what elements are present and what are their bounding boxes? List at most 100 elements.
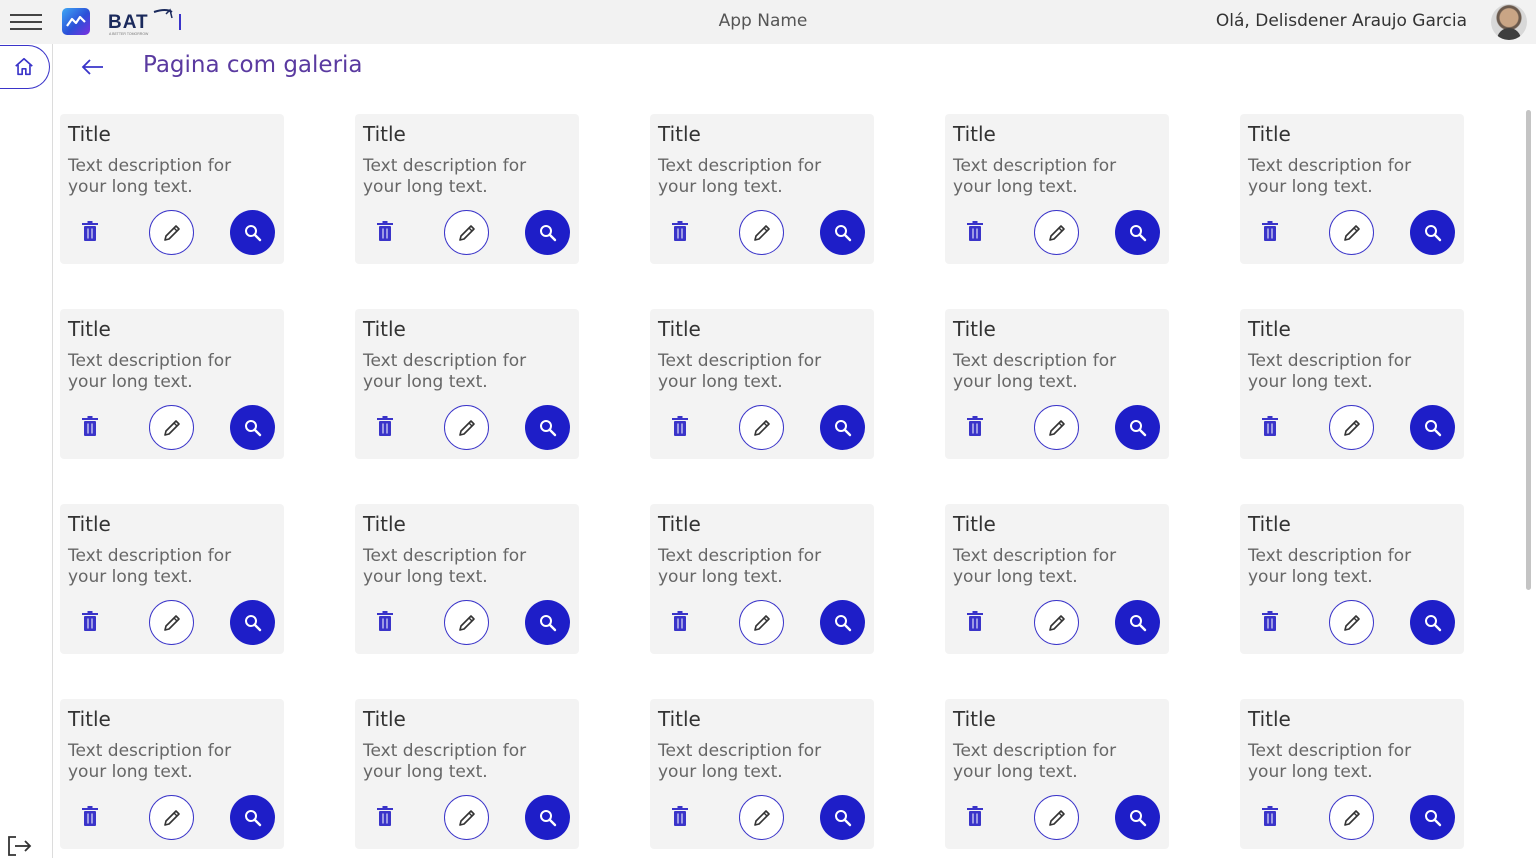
magnifier-icon	[244, 614, 261, 631]
edit-button[interactable]	[444, 600, 489, 645]
edit-button[interactable]	[444, 210, 489, 255]
magnifier-icon	[1424, 809, 1441, 826]
delete-button[interactable]	[963, 414, 987, 440]
view-button[interactable]	[820, 600, 865, 645]
delete-button[interactable]	[78, 804, 102, 830]
card-title: Title	[953, 317, 996, 341]
magnifier-icon	[834, 614, 851, 631]
delete-button[interactable]	[668, 414, 692, 440]
view-button[interactable]	[525, 795, 570, 840]
view-button[interactable]	[1410, 795, 1455, 840]
sidebar-item-home[interactable]	[0, 45, 50, 89]
delete-button[interactable]	[1258, 804, 1282, 830]
delete-button[interactable]	[668, 609, 692, 635]
edit-button[interactable]	[149, 210, 194, 255]
card-title: Title	[68, 707, 111, 731]
gallery-card: Title Text description for your long tex…	[1240, 504, 1464, 654]
card-description: Text description for your long text.	[953, 741, 1117, 782]
view-button[interactable]	[820, 405, 865, 450]
delete-button[interactable]	[963, 804, 987, 830]
back-arrow-icon[interactable]	[80, 55, 106, 79]
card-description: Text description for your long text.	[658, 741, 822, 782]
card-title: Title	[1248, 317, 1291, 341]
view-button[interactable]	[1115, 210, 1160, 255]
delete-button[interactable]	[373, 219, 397, 245]
view-button[interactable]	[1410, 405, 1455, 450]
view-button[interactable]	[230, 210, 275, 255]
view-button[interactable]	[1115, 795, 1160, 840]
delete-button[interactable]	[963, 609, 987, 635]
magnifier-icon	[1129, 809, 1146, 826]
logout-icon[interactable]	[6, 834, 32, 858]
edit-button[interactable]	[1034, 795, 1079, 840]
edit-button[interactable]	[444, 405, 489, 450]
delete-button[interactable]	[78, 609, 102, 635]
card-title: Title	[363, 512, 406, 536]
view-button[interactable]	[230, 795, 275, 840]
magnifier-icon	[834, 224, 851, 241]
card-title: Title	[68, 122, 111, 146]
vertical-scrollbar[interactable]	[1526, 110, 1531, 590]
view-button[interactable]	[1410, 210, 1455, 255]
edit-button[interactable]	[1034, 405, 1079, 450]
view-button[interactable]	[230, 600, 275, 645]
view-button[interactable]	[525, 405, 570, 450]
delete-button[interactable]	[668, 804, 692, 830]
pencil-icon	[1048, 809, 1065, 826]
view-button[interactable]	[820, 210, 865, 255]
edit-button[interactable]	[739, 600, 784, 645]
card-title: Title	[953, 512, 996, 536]
edit-button[interactable]	[739, 795, 784, 840]
magnifier-icon	[244, 419, 261, 436]
delete-button[interactable]	[373, 414, 397, 440]
magnifier-icon	[1424, 224, 1441, 241]
delete-button[interactable]	[668, 219, 692, 245]
card-description: Text description for your long text.	[1248, 156, 1412, 197]
delete-button[interactable]	[963, 219, 987, 245]
view-button[interactable]	[525, 600, 570, 645]
delete-button[interactable]	[1258, 609, 1282, 635]
edit-button[interactable]	[149, 600, 194, 645]
view-button[interactable]	[1115, 600, 1160, 645]
card-description: Text description for your long text.	[363, 156, 527, 197]
edit-button[interactable]	[444, 795, 489, 840]
view-button[interactable]	[230, 405, 275, 450]
gallery-card: Title Text description for your long tex…	[650, 114, 874, 264]
card-description: Text description for your long text.	[658, 546, 822, 587]
edit-button[interactable]	[1329, 600, 1374, 645]
edit-button[interactable]	[1329, 210, 1374, 255]
edit-button[interactable]	[739, 405, 784, 450]
user-avatar[interactable]	[1491, 4, 1527, 40]
top-bar: BAT A BETTER TOMORROW App Name Olá, Deli…	[0, 0, 1536, 44]
delete-button[interactable]	[1258, 219, 1282, 245]
delete-button[interactable]	[373, 609, 397, 635]
gallery-card: Title Text description for your long tex…	[650, 699, 874, 849]
edit-button[interactable]	[739, 210, 784, 255]
pencil-icon	[1048, 614, 1065, 631]
edit-button[interactable]	[149, 405, 194, 450]
pencil-icon	[753, 224, 770, 241]
edit-button[interactable]	[1034, 600, 1079, 645]
card-title: Title	[658, 512, 701, 536]
pencil-icon	[458, 614, 475, 631]
delete-button[interactable]	[373, 804, 397, 830]
view-button[interactable]	[1410, 600, 1455, 645]
edit-button[interactable]	[1329, 405, 1374, 450]
trash-icon	[82, 611, 98, 631]
view-button[interactable]	[525, 210, 570, 255]
delete-button[interactable]	[78, 414, 102, 440]
view-button[interactable]	[1115, 405, 1160, 450]
gallery-card: Title Text description for your long tex…	[945, 699, 1169, 849]
edit-button[interactable]	[149, 795, 194, 840]
edit-button[interactable]	[1034, 210, 1079, 255]
card-title: Title	[68, 512, 111, 536]
pencil-icon	[753, 419, 770, 436]
magnifier-icon	[539, 224, 556, 241]
edit-button[interactable]	[1329, 795, 1374, 840]
gallery-card: Title Text description for your long tex…	[1240, 699, 1464, 849]
view-button[interactable]	[820, 795, 865, 840]
home-icon	[14, 57, 33, 76]
card-title: Title	[1248, 122, 1291, 146]
delete-button[interactable]	[1258, 414, 1282, 440]
delete-button[interactable]	[78, 219, 102, 245]
